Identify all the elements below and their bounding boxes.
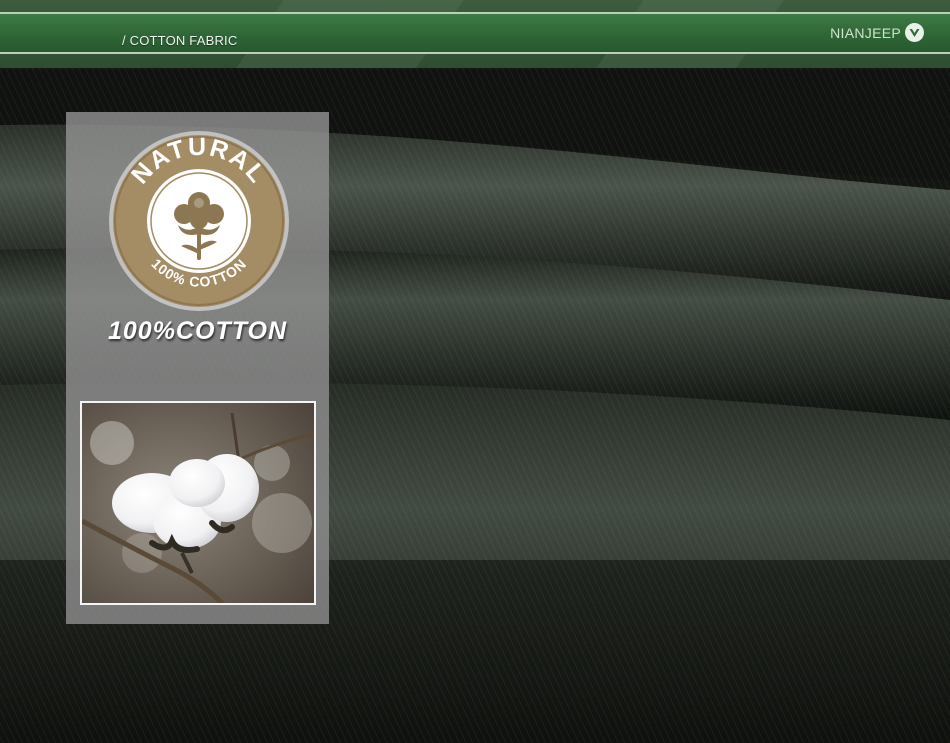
natural-cotton-badge: NATURAL 100% COTTON — [109, 131, 289, 311]
cotton-boll-photo — [80, 401, 316, 605]
brand-name: NIANJEEP — [830, 24, 901, 41]
cotton-info-panel: NATURAL 100% COTTON 100%COTTON — [66, 112, 329, 624]
breadcrumb: / COTTON FABRIC — [122, 33, 238, 48]
brand-link[interactable]: NIANJEEP — [830, 23, 924, 42]
cotton-heading: 100%COTTON — [107, 317, 288, 345]
shield-triangle-icon — [905, 23, 924, 42]
header-bar: / COTTON FABRIC NIANJEEP — [0, 0, 950, 68]
